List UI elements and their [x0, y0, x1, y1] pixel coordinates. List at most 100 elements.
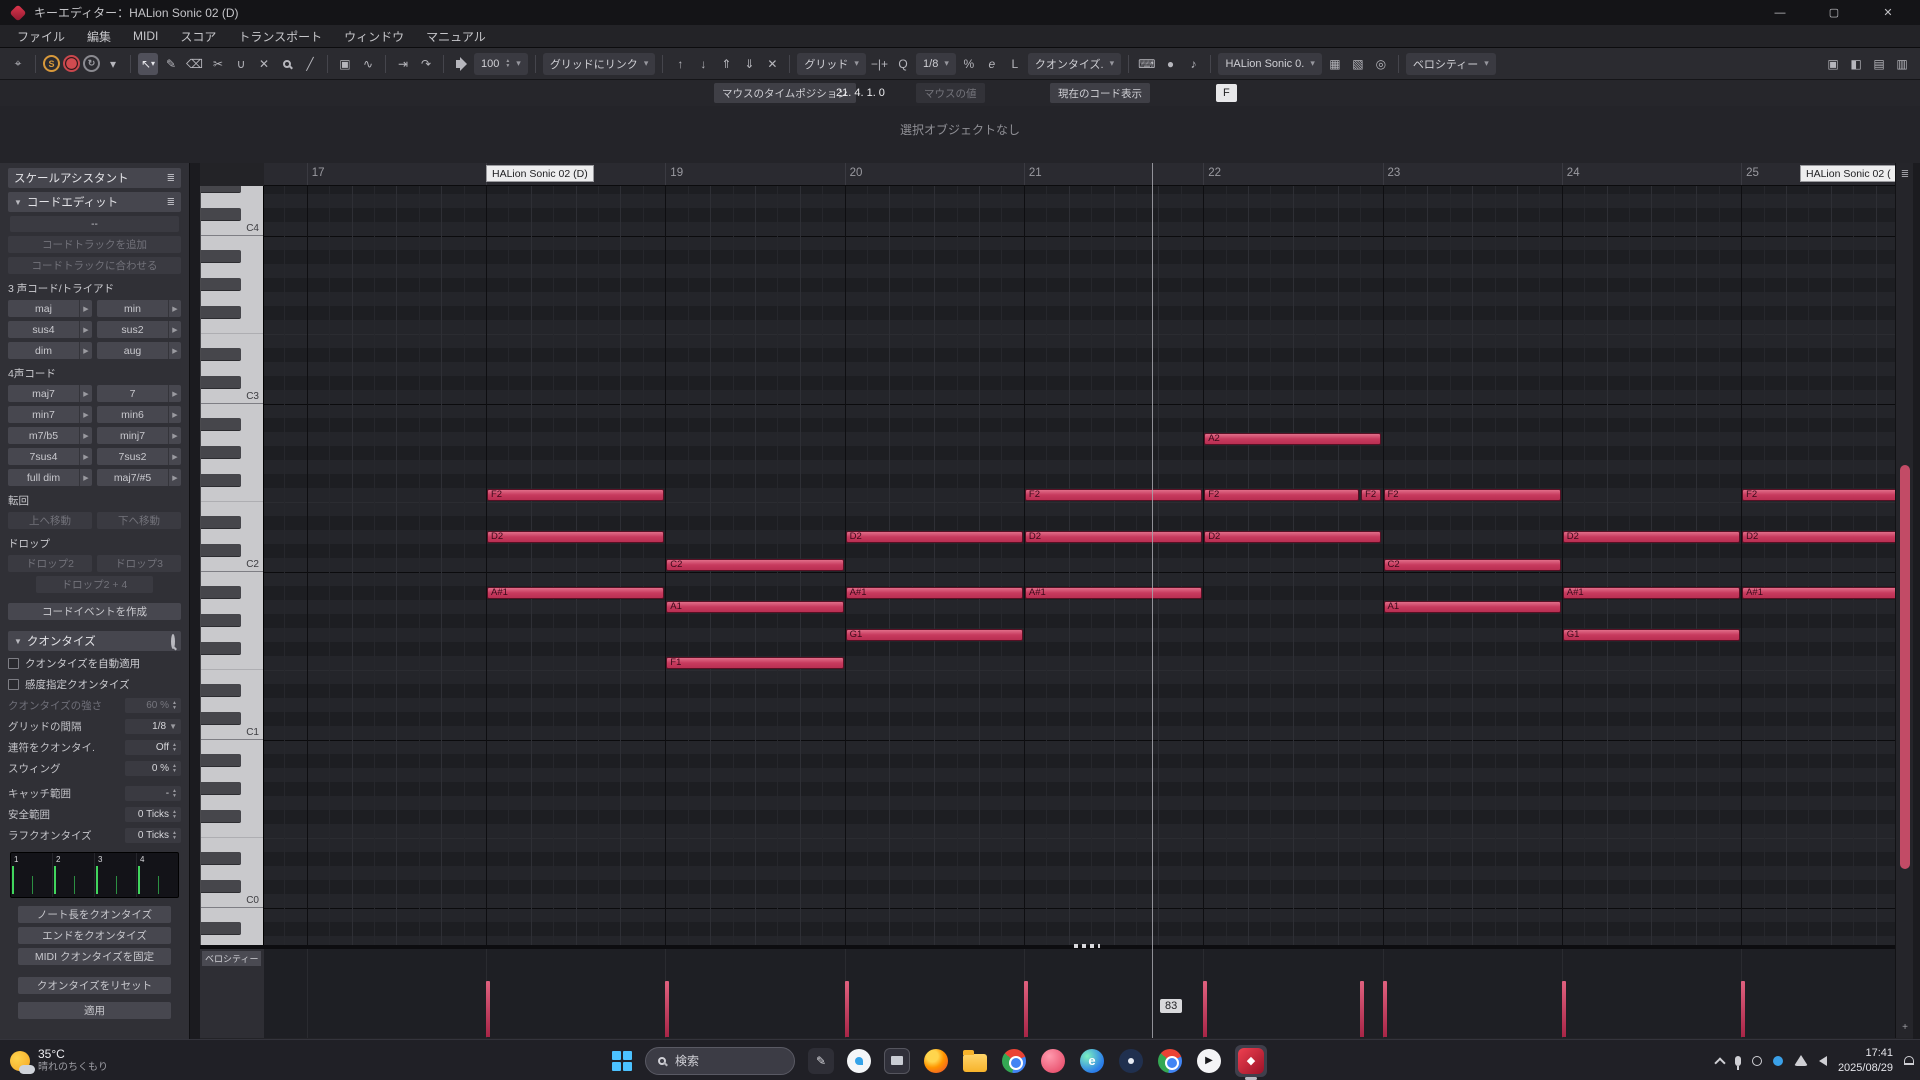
- edge-icon[interactable]: e: [1080, 1049, 1104, 1073]
- iterative-quantize-icon[interactable]: %: [959, 53, 979, 75]
- chord-variant-arrow-icon[interactable]: ▶: [168, 469, 181, 486]
- midi-note[interactable]: G1: [846, 629, 1023, 641]
- transpose-down-button[interactable]: ↓: [693, 53, 713, 75]
- inversion-button[interactable]: 下へ移動: [97, 512, 181, 529]
- piano-key-black[interactable]: [201, 418, 241, 431]
- transpose-octave-down-button[interactable]: ⇓: [739, 53, 759, 75]
- drop-button[interactable]: ドロップ2: [8, 555, 92, 572]
- menu-item[interactable]: ウィンドウ: [333, 28, 415, 45]
- tetrad-button[interactable]: 7sus2▶: [97, 448, 181, 465]
- minimize-button[interactable]: —: [1758, 0, 1802, 25]
- triad-button[interactable]: sus4▶: [8, 321, 92, 338]
- chord-variant-arrow-icon[interactable]: ▶: [168, 342, 181, 359]
- midi-note[interactable]: F2: [1361, 489, 1381, 501]
- vertical-scrollbar[interactable]: ≣ +: [1895, 163, 1913, 1038]
- independent-loop-button[interactable]: ↻: [83, 55, 100, 72]
- match-chord-track-button[interactable]: コードトラックに合わせる: [8, 257, 181, 274]
- iterative-quantize-row[interactable]: 感度指定クオンタイズ: [8, 676, 181, 693]
- reset-quantize-button[interactable]: クオンタイズをリセット: [18, 977, 171, 994]
- accessibility-tray-icon[interactable]: [1752, 1056, 1762, 1066]
- firefox-icon[interactable]: [924, 1049, 948, 1073]
- iterative-quantize-checkbox[interactable]: [8, 679, 19, 690]
- drop-button[interactable]: ドロップ3: [97, 555, 181, 572]
- hidden-icons-chevron[interactable]: [1714, 1057, 1725, 1068]
- triad-button[interactable]: maj▶: [8, 300, 92, 317]
- piano-key-black[interactable]: [201, 754, 241, 767]
- part-name-label-right[interactable]: HALion Sonic 02 (: [1800, 165, 1895, 182]
- draw-tool[interactable]: ✎: [161, 53, 181, 75]
- piano-key-black[interactable]: [201, 250, 241, 263]
- midi-note[interactable]: D2: [487, 531, 664, 543]
- length-value-box[interactable]: 100 ▲▼ ▾: [474, 53, 528, 75]
- note-expression-icon[interactable]: ▣: [335, 53, 355, 75]
- menu-item[interactable]: ファイル: [6, 28, 76, 45]
- file-explorer-icon[interactable]: [884, 1048, 910, 1074]
- grid-link-dropdown[interactable]: グリッドにリンク: [543, 53, 656, 75]
- part-list-dropdown[interactable]: HALion Sonic 0.: [1218, 53, 1321, 75]
- piano-key-black[interactable]: [201, 516, 241, 529]
- piano-key-black[interactable]: [201, 586, 241, 599]
- edit-active-part-icon[interactable]: ▧: [1348, 53, 1368, 75]
- chord-variant-arrow-icon[interactable]: ▶: [79, 321, 92, 338]
- microphone-tray-icon[interactable]: [1735, 1056, 1741, 1066]
- scale-assistant-header[interactable]: スケールアシスタント ≣: [8, 168, 181, 188]
- midi-note[interactable]: G1: [1563, 629, 1740, 641]
- piano-key-black[interactable]: [201, 852, 241, 865]
- midi-note[interactable]: F2: [1204, 489, 1359, 501]
- quantize-note-lengths-button[interactable]: ノート長をクオンタイズ: [18, 906, 171, 923]
- pink-app-icon[interactable]: [1041, 1049, 1065, 1073]
- scale-assistant-menu-icon[interactable]: ≣: [167, 173, 175, 184]
- chord-variant-arrow-icon[interactable]: ▶: [79, 342, 92, 359]
- piano-key-black[interactable]: [201, 712, 241, 725]
- menu-item[interactable]: スコア: [169, 28, 227, 45]
- velocity-bar[interactable]: [665, 981, 669, 1037]
- chord-variant-arrow-icon[interactable]: ▶: [168, 300, 181, 317]
- chord-edit-menu-icon[interactable]: ≣: [167, 197, 175, 208]
- open-quantize-panel-icon[interactable]: e: [982, 53, 1002, 75]
- left-zone-toggle[interactable]: ◧: [1846, 53, 1866, 75]
- folder-icon[interactable]: [963, 1054, 987, 1072]
- piano-key-black[interactable]: [201, 446, 241, 459]
- chord-variant-arrow-icon[interactable]: ▶: [168, 427, 181, 444]
- tetrad-button[interactable]: 7sus4▶: [8, 448, 92, 465]
- midi-note[interactable]: A1: [1384, 601, 1561, 613]
- bluetooth-tray-icon[interactable]: [1773, 1056, 1783, 1066]
- transpose-octave-up-button[interactable]: ⇑: [716, 53, 736, 75]
- mute-tool[interactable]: ✕: [254, 53, 274, 75]
- editor-options-dropdown[interactable]: ▾: [103, 53, 123, 75]
- tetrad-button[interactable]: 7▶: [97, 385, 181, 402]
- menu-item[interactable]: MIDI: [122, 29, 169, 43]
- midi-note[interactable]: D2: [1742, 531, 1895, 543]
- piano-key-black[interactable]: [201, 474, 241, 487]
- triad-button[interactable]: min▶: [97, 300, 181, 317]
- split-tool[interactable]: ✂: [208, 53, 228, 75]
- create-chord-event-button[interactable]: コードイベントを作成: [8, 603, 181, 620]
- midi-note[interactable]: F2: [1742, 489, 1895, 501]
- midi-note[interactable]: D2: [846, 531, 1023, 543]
- piano-key-black[interactable]: [201, 684, 241, 697]
- chord-variant-arrow-icon[interactable]: ▶: [168, 385, 181, 402]
- velocity-lane[interactable]: 83: [264, 949, 1895, 1038]
- project-cursor[interactable]: [1152, 163, 1153, 1038]
- velocity-bar[interactable]: [1203, 981, 1207, 1037]
- quantize-search-icon[interactable]: [171, 636, 175, 647]
- step-input-icon[interactable]: ⌨: [1136, 53, 1157, 75]
- catch-range-value[interactable]: - ▲▼: [125, 786, 181, 801]
- midi-note[interactable]: D2: [1204, 531, 1381, 543]
- tetrad-button[interactable]: full dim▶: [8, 469, 92, 486]
- solo-editor-button[interactable]: S: [43, 55, 60, 72]
- piano-key-black[interactable]: [201, 880, 241, 893]
- midi-note[interactable]: A2: [1204, 433, 1381, 445]
- chord-variant-arrow-icon[interactable]: ▶: [168, 448, 181, 465]
- quantize-ends-button[interactable]: エンドをクオンタイズ: [18, 927, 171, 944]
- note-icon[interactable]: ♪: [1183, 53, 1203, 75]
- piano-keyboard[interactable]: C0C1C2C3C4: [200, 186, 264, 945]
- apply-quantize-button[interactable]: 適用: [18, 1002, 171, 1019]
- global-tracks-icon[interactable]: ◎: [1371, 53, 1391, 75]
- chord-variant-arrow-icon[interactable]: ▶: [79, 427, 92, 444]
- chord-edit-header[interactable]: ▼ コードエディット ≣: [8, 192, 181, 212]
- midi-note[interactable]: A#1: [846, 587, 1023, 599]
- pen-app-icon[interactable]: ✎: [808, 1048, 834, 1074]
- piano-key-black[interactable]: [201, 782, 241, 795]
- velocity-bar[interactable]: [1024, 981, 1028, 1037]
